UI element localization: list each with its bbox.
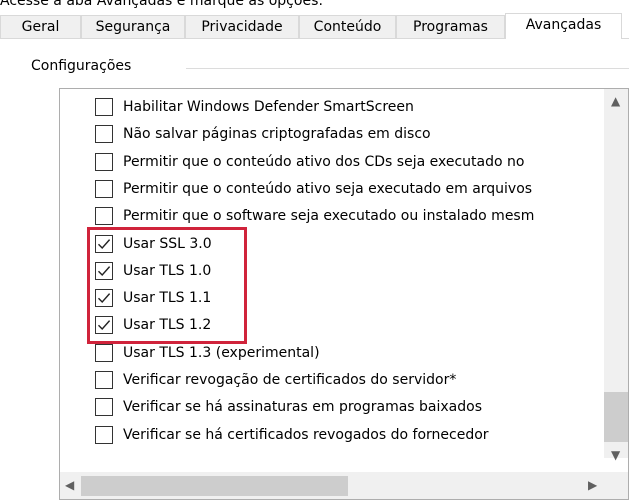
group-label-configuracoes: Configurações <box>31 58 136 74</box>
checkbox-unchecked[interactable] <box>95 425 113 444</box>
setting-label: Usar TLS 1.3 (experimental) <box>123 344 320 361</box>
setting-label: Permitir que o conteúdo ativo dos CDs se… <box>123 153 525 170</box>
horizontal-scroll-thumb[interactable] <box>81 476 348 496</box>
setting-item[interactable]: Verificar se há assinaturas em programas… <box>95 395 482 419</box>
checkbox-unchecked[interactable] <box>95 343 113 362</box>
checkbox-unchecked[interactable] <box>95 179 113 198</box>
scroll-up-icon[interactable]: ▲ <box>611 94 620 108</box>
scroll-right-icon[interactable]: ▶ <box>588 478 597 492</box>
tab-programas[interactable]: Programas <box>396 15 505 38</box>
tab-geral[interactable]: Geral <box>0 15 81 38</box>
setting-label: Habilitar Windows Defender SmartScreen <box>123 99 414 115</box>
tab-avancadas[interactable]: Avançadas <box>505 13 622 39</box>
setting-item[interactable]: Permitir que o conteúdo ativo dos CDs se… <box>95 150 524 174</box>
caption-text: Acesse a aba Avançadas e marque as opçõe… <box>0 0 324 9</box>
checkbox-unchecked[interactable] <box>95 207 113 226</box>
setting-item[interactable]: Permitir que o conteúdo ativo seja execu… <box>95 177 532 201</box>
setting-label: Verificar se há assinaturas em programas… <box>123 399 483 416</box>
tab-seguranca[interactable]: Segurança <box>81 15 185 38</box>
setting-item[interactable]: Usar TLS 1.3 (experimental) <box>95 341 320 365</box>
checkbox-unchecked[interactable] <box>95 125 113 144</box>
tab-strip: Geral Segurança Privacidade Conteúdo Pro… <box>0 13 629 39</box>
setting-label: Verificar se há certificados revogados d… <box>123 426 489 443</box>
checkbox-unchecked[interactable] <box>95 398 113 417</box>
checkbox-unchecked[interactable] <box>95 98 113 116</box>
tab-conteudo[interactable]: Conteúdo <box>299 15 396 38</box>
setting-item[interactable]: Não salvar páginas criptografadas em dis… <box>95 122 431 146</box>
checkbox-unchecked[interactable] <box>95 152 113 171</box>
setting-item[interactable]: Permitir que o software seja executado o… <box>95 204 534 228</box>
setting-label: Permitir que o software seja executado o… <box>123 208 535 225</box>
highlight-box <box>87 227 247 344</box>
scroll-left-icon[interactable]: ◀ <box>65 478 74 492</box>
vertical-scroll-thumb[interactable] <box>604 392 628 442</box>
setting-item[interactable]: Verificar se há certificados revogados d… <box>95 423 489 447</box>
scrollbar-corner <box>604 472 628 499</box>
tab-privacidade[interactable]: Privacidade <box>185 15 299 38</box>
scroll-down-icon[interactable]: ▼ <box>611 448 620 462</box>
checkbox-unchecked[interactable] <box>95 371 113 389</box>
setting-item[interactable]: Verificar revogação de certificados do s… <box>95 368 456 392</box>
setting-label: Verificar revogação de certificados do s… <box>123 372 457 388</box>
setting-label: Não salvar páginas criptografadas em dis… <box>123 126 431 143</box>
setting-item[interactable]: Habilitar Windows Defender SmartScreen <box>95 95 414 119</box>
group-divider <box>186 68 629 69</box>
setting-label: Permitir que o conteúdo ativo seja execu… <box>123 180 533 197</box>
